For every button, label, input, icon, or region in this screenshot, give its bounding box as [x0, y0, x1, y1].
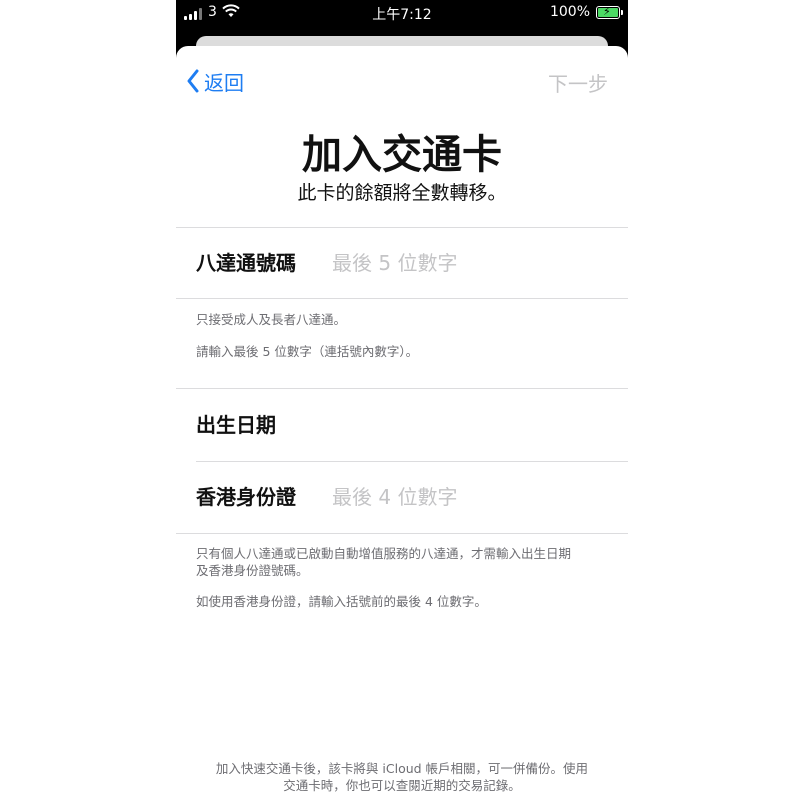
- divider: [176, 533, 628, 534]
- battery-percent: 100%: [549, 4, 590, 20]
- add-transit-card-sheet: 返回 下一步 加入交通卡 此卡的餘額將全數轉移。 八達通號碼 只接受成人及長者八…: [176, 46, 628, 804]
- octopus-number-row: 八達通號碼: [176, 228, 628, 298]
- octopus-number-label: 八達通號碼: [196, 251, 296, 275]
- date-of-birth-label: 出生日期: [196, 413, 276, 437]
- identity-note-line-2: 及香港身份證號碼。: [196, 563, 309, 578]
- date-of-birth-row[interactable]: 出生日期: [176, 390, 628, 460]
- hkid-row: 香港身份證: [176, 462, 628, 532]
- footer-note: 加入快速交通卡後，該卡將與 iCloud 帳戶相關，可一併備份。使用 交通卡時，…: [192, 760, 612, 794]
- back-button-label: 返回: [204, 70, 244, 95]
- divider: [176, 298, 628, 299]
- identity-note: 只有個人八達通或已啟動自動增值服務的八達通，才需輸入出生日期 及香港身份證號碼。: [196, 545, 616, 579]
- footer-line-2: 交通卡時，你也可以查閱近期的交易記錄。: [283, 778, 521, 793]
- page-subtitle: 此卡的餘額將全數轉移。: [297, 182, 507, 204]
- battery-icon: ⚡: [596, 5, 623, 19]
- footer-line-1: 加入快速交通卡後，該卡將與 iCloud 帳戶相關，可一併備份。使用: [215, 761, 589, 776]
- hkid-input[interactable]: [332, 479, 602, 515]
- phone-screen: 3 上午7:12 100% ⚡ 返回 下一步 加入交通卡 此卡的餘額將全數轉移。: [176, 0, 628, 804]
- octopus-note-adult: 只接受成人及長者八達通。: [196, 312, 347, 327]
- hkid-label: 香港身份證: [196, 485, 296, 509]
- chevron-left-icon: [187, 69, 199, 93]
- back-button[interactable]: 返回: [186, 64, 244, 98]
- next-button[interactable]: 下一步: [548, 68, 608, 97]
- divider: [176, 388, 628, 389]
- octopus-note-digits: 請輸入最後 5 位數字（連括號內數字）。: [196, 344, 419, 359]
- octopus-number-input[interactable]: [332, 245, 602, 281]
- page-title: 加入交通卡: [302, 132, 502, 178]
- identity-note-line-1: 只有個人八達通或已啟動自動增值服務的八達通，才需輸入出生日期: [196, 546, 572, 561]
- status-bar: 3 上午7:12 100% ⚡: [176, 0, 628, 26]
- hkid-digits-note: 如使用香港身份證，請輸入括號前的最後 4 位數字。: [196, 594, 487, 609]
- navigation-bar: 返回 下一步: [176, 64, 628, 98]
